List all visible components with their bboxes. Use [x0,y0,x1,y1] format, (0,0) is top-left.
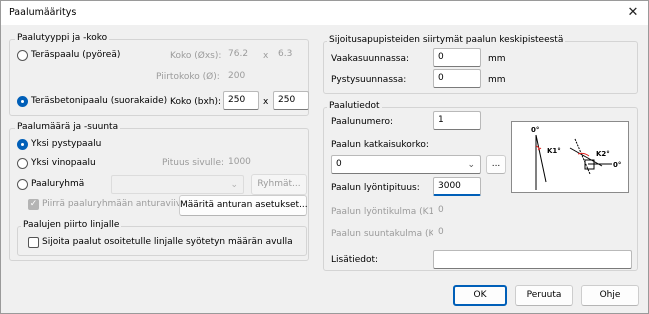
window-title: Paalumääritys [9,7,77,18]
single-inclined-label[interactable]: Yksi vinopaalu [31,158,96,168]
size-thickness-field: 6.3 [273,45,303,64]
diagram-right-zero-label: 0° [613,161,621,169]
driving-length-field[interactable]: 3000 [433,177,481,196]
place-on-line-checkbox[interactable] [28,237,39,248]
define-footing-button[interactable]: Määritä anturan asetukset... [179,195,308,216]
vertical-offset-label: Pystysuunnassa: [331,75,407,85]
diagram-k1-label: K1° [547,147,561,155]
draw-group-checkbox: ✓ [28,199,39,210]
pile-type-legend: Paalutyyppi ja -koko [15,33,110,43]
single-inclined-radio[interactable] [17,158,28,169]
angle-diagram-svg: 0° K1° K2° 0° [531,126,621,190]
diagram-top-zero-label: 0° [531,126,539,134]
size-x-label: x [263,51,269,61]
driving-angle-k1-label: Paalun lyöntikulma (K1): [331,207,441,217]
cutoff-level-value: 0 [336,159,342,169]
diagram-k2-label: K2° [596,150,610,158]
horizontal-offset-unit: mm [488,54,506,64]
size-oxs-label: Koko (Øxs): [170,51,222,61]
title-bar: Paalumääritys ✕ [1,1,648,25]
extra-info-label: Lisätiedot: [331,255,379,265]
side-length-field: 1000 [223,153,259,172]
cancel-button[interactable]: Peruuta [515,285,573,306]
size-x2-label: x [263,97,269,107]
cutoff-level-combo[interactable]: 0 ⌄ [331,155,481,174]
size-b-field[interactable]: 250 [223,91,259,110]
chevron-down-icon: ⌄ [230,180,238,190]
side-length-label: Pituus sivulle: [162,158,225,168]
steel-round-label[interactable]: Teräspaalu (pyöreä) [31,50,120,60]
size-diameter-field: 76.2 [223,45,259,64]
groups-button: Ryhmät... [251,174,307,195]
single-vertical-label[interactable]: Yksi pystypaalu [31,139,101,149]
close-icon[interactable]: ✕ [624,4,642,22]
horizontal-offset-label: Vaakasuunnassa: [331,54,410,64]
help-button[interactable]: Ohje [581,285,639,306]
cutoff-browse-button[interactable]: ... [486,155,506,174]
pile-group-radio[interactable] [17,179,28,190]
pile-count-legend: Paalumäärä ja -suunta [15,122,121,132]
place-on-line-label[interactable]: Sijoita paalut osoitetulle linjalle syöt… [42,237,293,247]
extra-info-field[interactable] [433,250,632,269]
concrete-rect-label[interactable]: Teräsbetonipaalu (suorakaide) [31,96,167,106]
single-vertical-radio[interactable] [17,139,28,150]
draw-group-label: Piirrä paaluryhmään anturaviivat [42,199,191,209]
pile-group-label[interactable]: Paaluryhmä [31,179,84,189]
direction-angle-k2-field: 0 [433,223,481,242]
cutoff-level-label: Paalun katkaisukorko: [331,140,429,150]
size-h-field[interactable]: 250 [273,91,309,110]
steel-round-radio[interactable] [17,50,28,61]
tip-size-field: 200 [223,67,259,86]
k1-inclined-line [535,134,547,183]
pile-group-combo: ⌄ [111,175,244,194]
pile-info-legend: Paalutiedot [327,101,382,111]
size-bxh-label: Koko (bxh): [170,97,222,107]
concrete-rect-radio[interactable] [17,96,28,107]
vertical-offset-field[interactable]: 0 [433,69,481,88]
pile-number-field[interactable]: 1 [433,111,481,130]
driving-angle-k1-field: 0 [433,201,481,220]
horizontal-offset-field[interactable]: 0 [433,48,481,67]
pile-number-label: Paalunumero: [331,117,394,127]
ok-button[interactable]: OK [453,285,507,306]
chevron-down-icon: ⌄ [467,160,475,170]
direction-angle-k2-label: Paalun suuntakulma (K2): [331,229,447,239]
tip-size-label: Piirtokoko (Ø): [156,72,220,82]
vertical-offset-unit: mm [488,75,506,85]
driving-length-label: Paalun lyöntipituus: [331,183,420,193]
draw-line-legend: Paalujen piirto linjalle [21,220,122,230]
pile-angle-diagram: 0° K1° K2° 0° [511,121,629,193]
offsets-legend: Sijoitusapupisteiden siirtymät paalun ke… [327,35,566,45]
pile-definition-dialog: Paalumääritys ✕ Paalutyyppi ja -koko Ter… [0,0,649,314]
